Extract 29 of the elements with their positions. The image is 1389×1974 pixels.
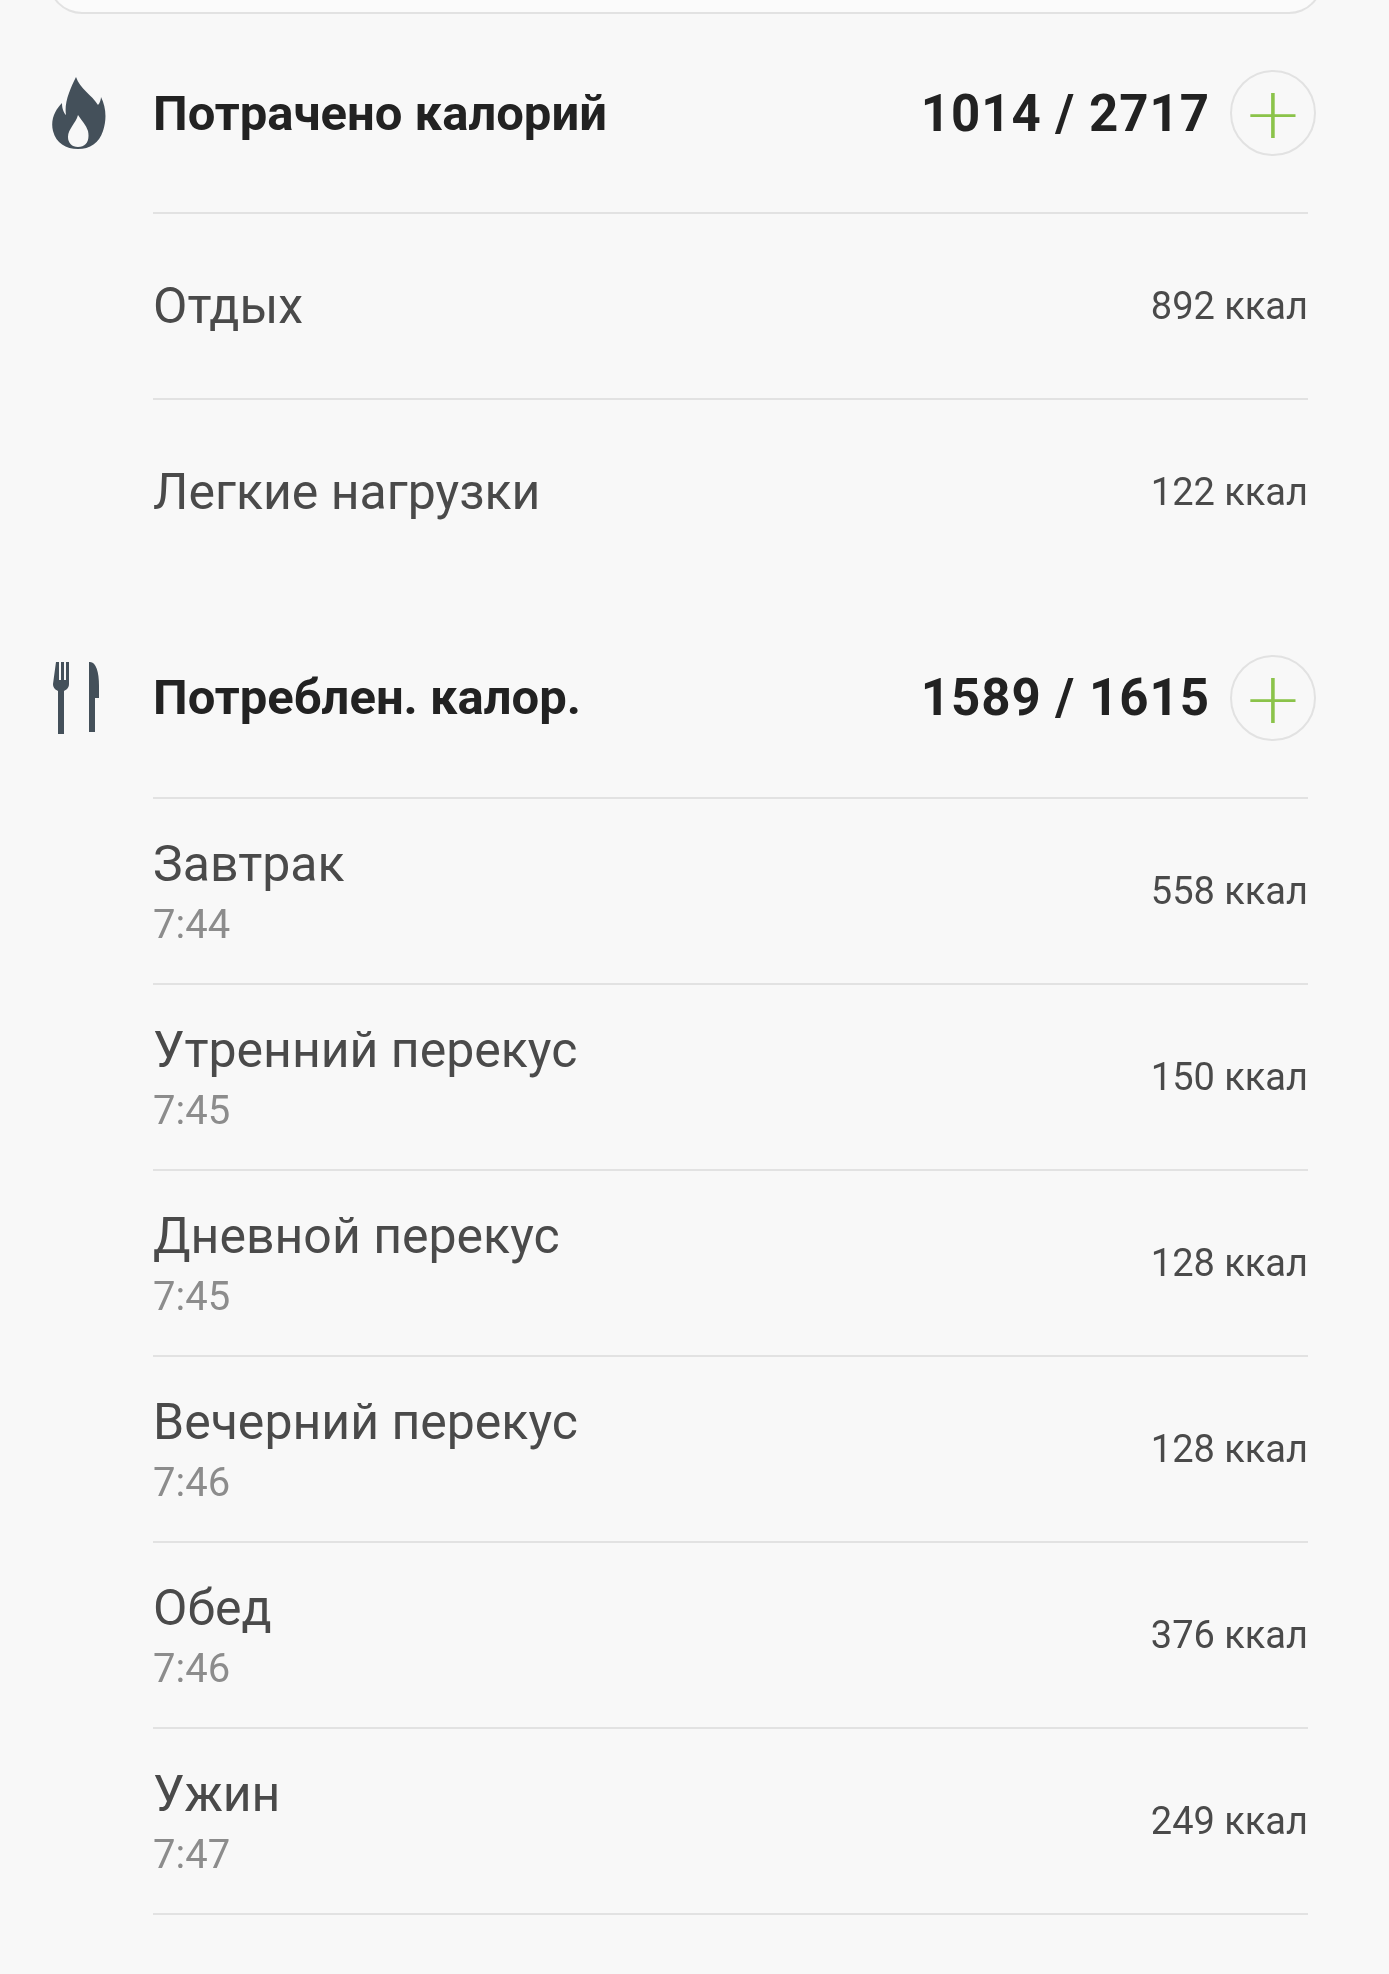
entry-calories: 892 ккал xyxy=(1150,284,1308,328)
entry-name: Отдых xyxy=(153,277,305,335)
add-button[interactable]: + xyxy=(1230,70,1316,156)
entry-time: 7:45 xyxy=(153,1086,232,1134)
section-title: Потрачено калорий xyxy=(153,84,608,142)
entry-name: Дневной перекус xyxy=(153,1206,561,1265)
calorie-total: 1589 / 1615 xyxy=(920,668,1210,727)
flame-icon xyxy=(50,75,106,151)
entry-calories: 249 ккал xyxy=(1150,1799,1308,1843)
entry-calories: 128 ккал xyxy=(1150,1241,1308,1285)
entry-name: Утренний перекус xyxy=(153,1020,579,1079)
entry-time: 7:46 xyxy=(153,1458,232,1506)
entry-name: Завтрак xyxy=(153,834,346,893)
entry-name: Легкие нагрузки xyxy=(153,463,542,521)
entry-calories: 558 ккал xyxy=(1150,869,1308,913)
entry-name: Обед xyxy=(153,1578,273,1637)
section-title: Потреблен. калор. xyxy=(153,669,583,726)
entry-calories: 150 ккал xyxy=(1150,1055,1308,1099)
entry-time: 7:44 xyxy=(153,900,232,948)
calorie-total: 1014 / 2717 xyxy=(920,83,1210,143)
entry-time: 7:45 xyxy=(153,1272,232,1320)
entry-calories: 128 ккал xyxy=(1150,1427,1308,1471)
entry-calories: 122 ккал xyxy=(1150,470,1308,514)
add-button[interactable]: + xyxy=(1230,654,1316,741)
entry-time: 7:46 xyxy=(153,1644,232,1692)
entry-calories: 376 ккал xyxy=(1150,1613,1308,1657)
entry-time: 7:47 xyxy=(153,1830,232,1878)
entry-name: Вечерний перекус xyxy=(153,1392,579,1451)
entry-name: Ужин xyxy=(153,1764,282,1823)
